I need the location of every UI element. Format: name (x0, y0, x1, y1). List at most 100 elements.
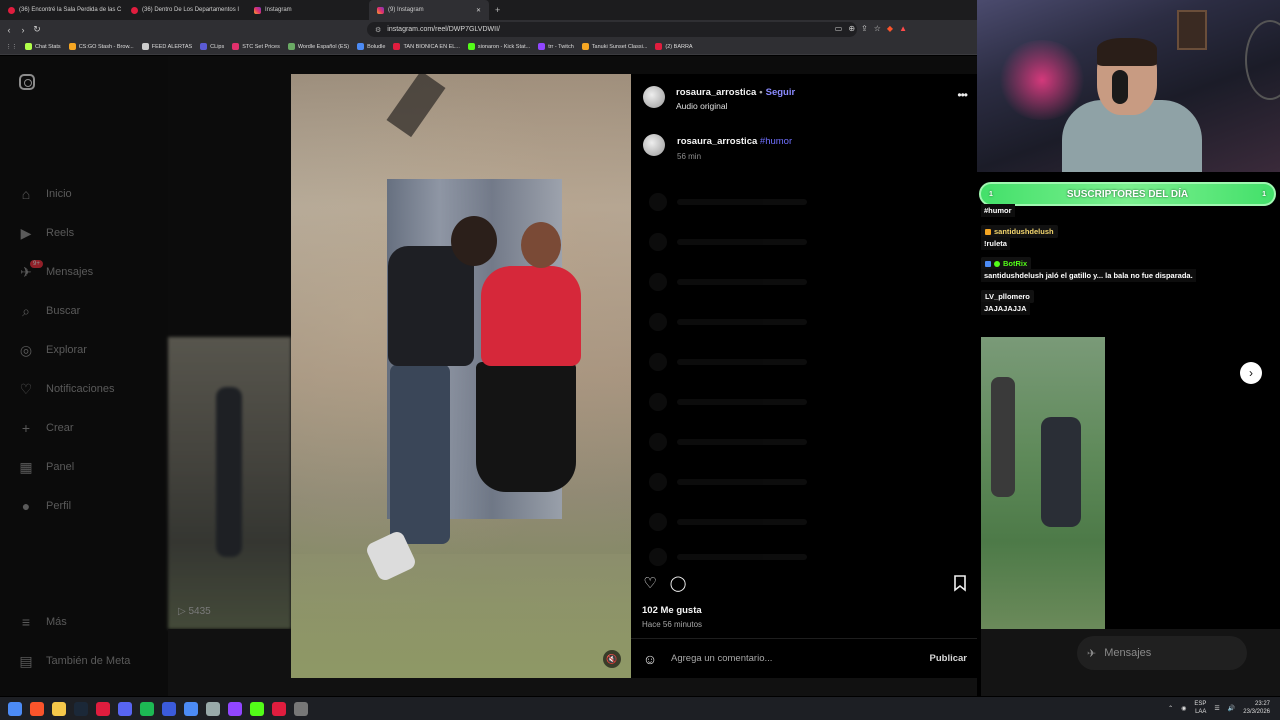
browser-tab[interactable]: (36) Encontré la Sala Perdida de las C (0, 0, 123, 20)
sidebar-item-reels[interactable]: ▶ Reels (18, 223, 75, 243)
avatar[interactable] (643, 134, 665, 156)
bookmark-star-icon[interactable]: ☆ (874, 24, 881, 33)
start-icon[interactable] (8, 701, 22, 716)
spotify-icon[interactable] (140, 701, 154, 716)
language-indicator[interactable]: ESP LAA (1194, 700, 1206, 716)
bookmark[interactable]: sionaron - Kick Stat... (467, 43, 530, 50)
view-count: ▷ 5435 (178, 606, 211, 617)
steam-icon[interactable] (74, 701, 88, 716)
sidebar-item-panel[interactable]: ▦ Panel (18, 457, 74, 477)
bookmark[interactable]: CS:GO Stash - Brow... (68, 43, 134, 50)
bookmark[interactable]: Boludle (357, 43, 385, 50)
follow-button[interactable]: Seguir (766, 87, 796, 98)
publish-button[interactable]: Publicar (930, 653, 968, 664)
zoom-icon[interactable]: ⊕ (848, 24, 855, 33)
sidebar-item-label: Mensajes (46, 266, 94, 278)
obs-icon[interactable] (96, 701, 110, 716)
messages-pill[interactable]: ✈ Mensajes (1077, 636, 1247, 670)
hashtag-link[interactable]: #humor (760, 136, 792, 147)
sidebar-item-perfil[interactable]: ● Perfil (18, 496, 71, 516)
webcam-streamer (1097, 38, 1157, 66)
bookmark-icon (287, 43, 295, 50)
caption-username[interactable]: rosaura_arrostica (677, 136, 757, 147)
chevron-up-icon[interactable]: ⌃ (1168, 705, 1173, 712)
explore-icon: ◎ (19, 341, 33, 358)
reload-icon[interactable]: ↻ (32, 24, 42, 35)
comment-skeleton (649, 273, 807, 291)
cast-icon[interactable]: ▭ (835, 24, 843, 33)
audio-link[interactable]: Audio original (676, 101, 728, 111)
browser-tab[interactable]: Instagram (246, 0, 369, 20)
apps-icon[interactable]: ⋮⋮ (6, 44, 17, 50)
new-tab-button[interactable]: + (489, 5, 506, 15)
comment-skeleton (649, 353, 807, 371)
wifi-icon[interactable]: ☰ (1214, 705, 1219, 712)
home-icon: ⌂ (21, 186, 31, 202)
brave-icon[interactable] (30, 701, 44, 716)
sidebar-item-buscar[interactable]: ⌕ Buscar (18, 301, 80, 321)
share-icon[interactable]: ⇪ (861, 24, 868, 33)
sidebar-item-label: Buscar (46, 305, 81, 317)
forward-icon[interactable]: › (18, 25, 28, 35)
more-options-icon[interactable]: ••• (957, 88, 968, 102)
video-person (521, 222, 561, 268)
post-header: rosaura_arrostica • Seguir (676, 87, 795, 98)
username-link[interactable]: rosaura_arrostica (676, 87, 756, 98)
messages-icon: ✈ (1087, 647, 1097, 660)
app-icon[interactable] (272, 701, 286, 716)
reel-video[interactable]: 🔇 (291, 74, 631, 678)
bookmark[interactable]: CLips (200, 43, 224, 50)
sidebar-item-label: Panel (46, 461, 75, 473)
site-info-icon[interactable]: ⚙ (375, 26, 381, 34)
brave-shield-icon[interactable]: ◆ (887, 24, 893, 33)
bookmark[interactable]: Tanuki Sunset Classi... (581, 43, 647, 50)
save-bookmark-icon[interactable] (951, 574, 969, 592)
bookmark[interactable]: Chat Stats (25, 43, 61, 50)
verified-icon (994, 260, 1000, 267)
close-tab-icon[interactable]: ✕ (476, 7, 481, 14)
bookmark-label: CS:GO Stash - Brow... (78, 43, 134, 50)
app-icon[interactable] (206, 701, 220, 716)
sidebar-item-mensajes[interactable]: ✈ 9+ Mensajes (18, 260, 94, 282)
folder-icon[interactable] (52, 701, 66, 716)
comment-input[interactable]: Agrega un comentario... (671, 653, 930, 664)
like-count[interactable]: 102 Me gusta (642, 605, 702, 616)
rewards-icon[interactable]: ▲ (899, 24, 907, 33)
bookmark[interactable]: Wordle Español (ES) (287, 43, 349, 50)
muted-icon[interactable]: 🔇 (603, 650, 621, 668)
browser-tab-active[interactable]: (9) Instagram ✕ (369, 0, 489, 20)
clock[interactable]: 23:27 23/3/2026 (1243, 700, 1270, 716)
bookmark[interactable]: trr - Twitch (538, 43, 574, 50)
back-icon[interactable]: ‹ (4, 25, 14, 35)
app-icon[interactable] (294, 701, 308, 716)
volume-icon[interactable]: 🔊 (1228, 705, 1235, 712)
discord-icon[interactable] (118, 701, 132, 716)
instagram-logo-icon[interactable] (19, 74, 35, 90)
app-icon[interactable] (184, 701, 198, 716)
app-icon[interactable] (162, 701, 176, 716)
sidebar-item-explorar[interactable]: ◎ Explorar (18, 340, 87, 360)
sidebar-item-notificaciones[interactable]: ♡ Notificaciones (18, 379, 115, 399)
next-reel-thumbnail[interactable] (981, 337, 1105, 629)
bookmark[interactable]: FEED ALERTAS (141, 43, 192, 50)
sidebar-item-crear[interactable]: + Crear (18, 418, 74, 438)
bookmark[interactable]: (2) BARRA (655, 43, 693, 50)
sidebar-item-mas[interactable]: ≡ Más (18, 612, 67, 632)
twitch-icon[interactable] (228, 701, 242, 716)
browser-tab[interactable]: (36) Dentro De Los Departamentos I (123, 0, 246, 20)
bookmark[interactable]: STC Set Prices (232, 43, 280, 50)
previous-reel-thumbnail[interactable] (168, 337, 291, 629)
sidebar-item-inicio[interactable]: ⌂ Inicio (18, 184, 72, 204)
kick-icon[interactable] (250, 701, 264, 716)
next-reel-button[interactable]: › (1240, 362, 1262, 384)
comment-icon[interactable]: ◯ (669, 574, 687, 592)
bookmark-icon (467, 43, 475, 50)
like-heart-icon[interactable]: ♡ (641, 574, 659, 592)
url-bar[interactable]: ⚙ instagram.com/reel/DWP7GLVDWII/ (367, 22, 857, 37)
avatar[interactable] (643, 86, 665, 108)
sidebar-item-meta[interactable]: ▤ También de Meta (18, 651, 130, 671)
messages-pill-label: Mensajes (1104, 647, 1152, 659)
bookmark[interactable]: TAN BIONICA EN EL... (393, 43, 460, 50)
emoji-icon[interactable]: ☺ (641, 650, 659, 668)
network-icon[interactable]: ◉ (1181, 705, 1186, 712)
